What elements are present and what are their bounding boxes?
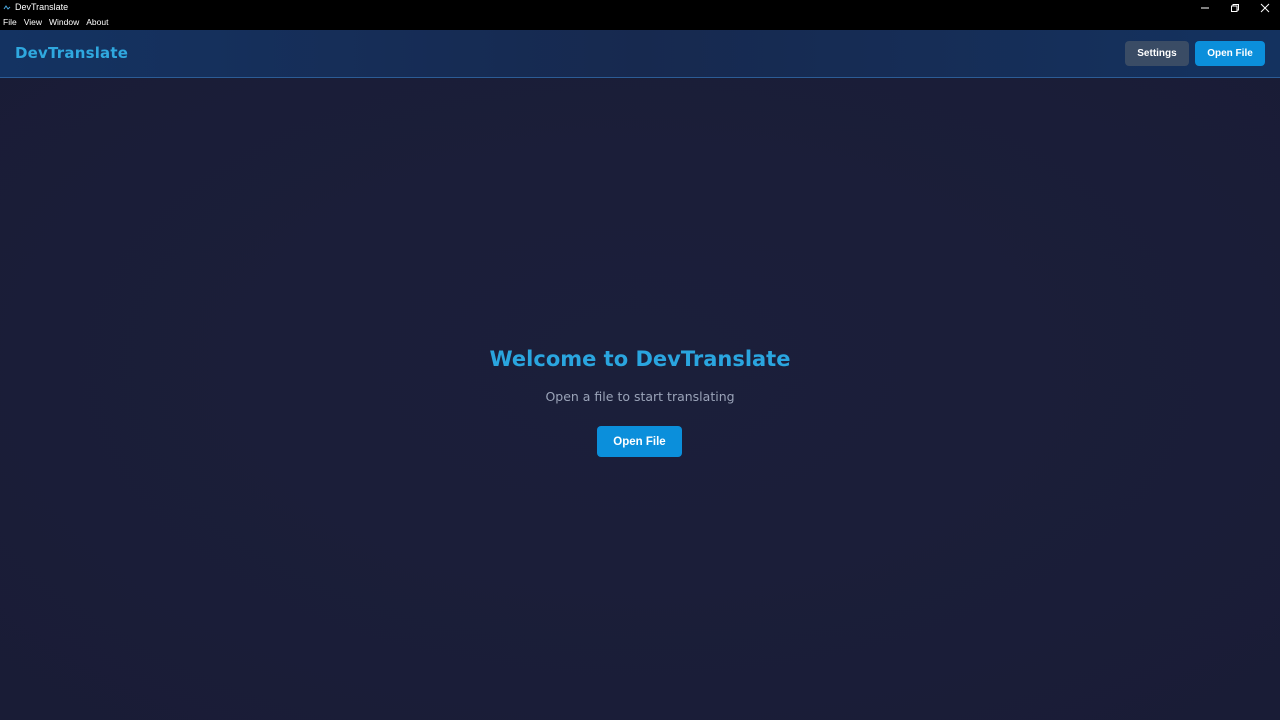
welcome-subtitle: Open a file to start translating <box>545 389 735 404</box>
minimize-icon[interactable] <box>1190 0 1220 15</box>
restore-icon[interactable] <box>1220 0 1250 15</box>
window-titlebar: DevTranslate <box>0 0 1280 15</box>
window-title: DevTranslate <box>15 2 69 12</box>
settings-button[interactable]: Settings <box>1125 41 1189 66</box>
app-brand: DevTranslate <box>15 44 129 62</box>
header-open-file-button[interactable]: Open File <box>1195 41 1265 66</box>
main-content: Welcome to DevTranslate Open a file to s… <box>0 79 1280 720</box>
close-icon[interactable] <box>1250 0 1280 15</box>
window-controls <box>1190 0 1280 15</box>
open-file-button[interactable]: Open File <box>597 426 682 457</box>
welcome-title: Welcome to DevTranslate <box>489 347 791 371</box>
menu-file[interactable]: File <box>3 15 17 30</box>
app-icon <box>3 4 11 12</box>
menu-window[interactable]: Window <box>49 15 79 30</box>
menu-bar: File View Window About <box>0 15 1280 30</box>
app-header: DevTranslate Settings Open File <box>0 30 1280 78</box>
menu-about[interactable]: About <box>86 15 108 30</box>
menu-view[interactable]: View <box>24 15 42 30</box>
